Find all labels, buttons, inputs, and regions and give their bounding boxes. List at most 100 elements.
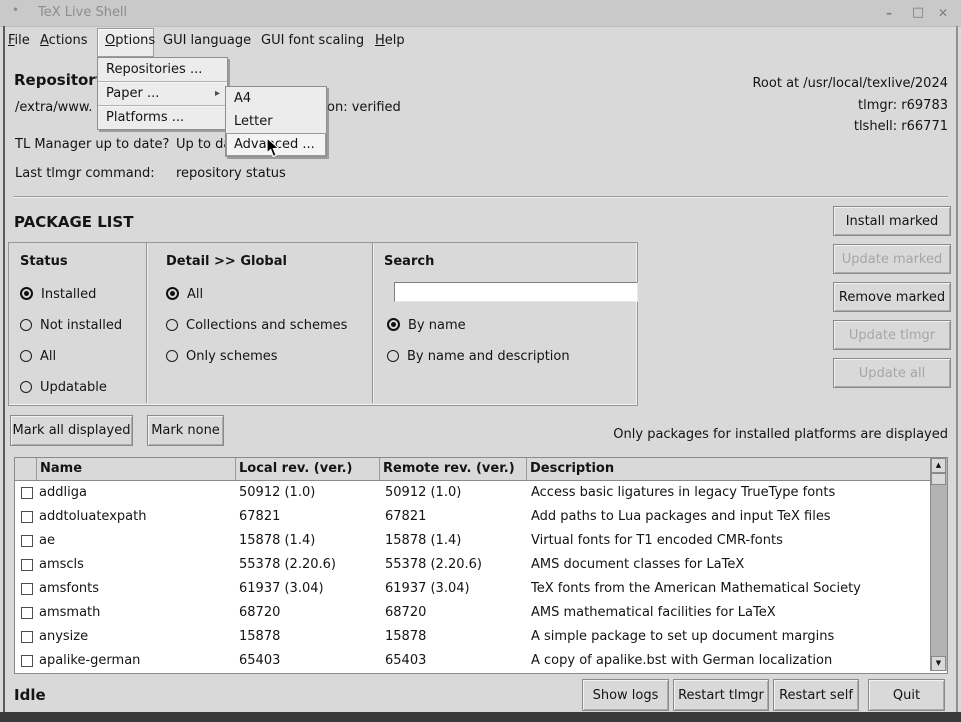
col-header-name[interactable]: Name: [36, 458, 235, 480]
radio-label: Collections and schemes: [186, 318, 347, 333]
mark-none-button[interactable]: Mark none: [147, 415, 224, 446]
menu-gui-font-scaling[interactable]: GUI font scaling: [261, 26, 364, 56]
table-row[interactable]: amsfonts 61937 (3.04) 61937 (3.04) TeX f…: [15, 577, 931, 601]
menu-help[interactable]: Help: [375, 26, 405, 56]
table-row[interactable]: amsmath 68720 68720 AMS mathematical fac…: [15, 601, 931, 625]
row-checkbox[interactable]: [21, 631, 33, 643]
radio-label: Only schemes: [186, 349, 278, 364]
cell-description: A copy of apalike.bst with German locali…: [531, 649, 929, 673]
radio-label: Not installed: [40, 318, 122, 333]
radio-detail-only-schemes[interactable]: Only schemes: [166, 349, 278, 364]
menu-item-platforms[interactable]: Platforms ...: [98, 106, 227, 129]
cell-description: AMS mathematical facilities for LaTeX: [531, 601, 929, 625]
cell-name: amsfonts: [39, 577, 233, 601]
cell-remote-rev: 15878 (1.4): [385, 529, 524, 553]
mark-all-displayed-button[interactable]: Mark all displayed: [10, 415, 133, 446]
install-marked-button[interactable]: Install marked: [833, 206, 951, 236]
row-checkbox[interactable]: [21, 559, 33, 571]
table-row[interactable]: addliga 50912 (1.0) 50912 (1.0) Access b…: [15, 481, 931, 505]
repository-verification: on: verified: [327, 100, 401, 115]
scroll-down-icon: ▼: [936, 659, 941, 667]
show-logs-button[interactable]: Show logs: [582, 679, 669, 711]
radio-label: By name and description: [407, 349, 570, 364]
menu-gui-language[interactable]: GUI language: [163, 26, 251, 56]
scrollbar-up-button[interactable]: ▲: [931, 458, 946, 473]
close-icon: ✕: [938, 6, 948, 20]
submenu-arrow-icon: ▸: [215, 82, 220, 105]
update-marked-button[interactable]: Update marked: [833, 244, 951, 274]
radio-status-updatable[interactable]: Updatable: [20, 380, 107, 395]
col-header-remote[interactable]: Remote rev. (ver.): [379, 458, 526, 480]
panel-divider-2: [372, 243, 374, 403]
col-header-description[interactable]: Description: [526, 458, 930, 480]
restart-self-button[interactable]: Restart self: [773, 679, 859, 711]
table-row[interactable]: apalike-german 65403 65403 A copy of apa…: [15, 649, 931, 673]
cell-remote-rev: 67821: [385, 505, 524, 529]
radio-detail-all[interactable]: All: [166, 287, 203, 302]
col-header-local[interactable]: Local rev. (ver.): [235, 458, 379, 480]
update-all-button[interactable]: Update all: [833, 358, 951, 388]
search-group-title: Search: [384, 254, 434, 269]
repository-root: Root at /usr/local/texlive/2024: [752, 76, 948, 91]
table-scrollbar[interactable]: ▲ ▼: [930, 458, 947, 671]
detail-group-title: Detail >> Global: [166, 254, 287, 269]
menu-actions[interactable]: Actions: [40, 26, 88, 56]
update-tlmgr-button[interactable]: Update tlmgr: [833, 320, 951, 350]
filter-panel: Status Installed Not installed All Updat…: [8, 242, 638, 406]
radio-status-not-installed[interactable]: Not installed: [20, 318, 122, 333]
window-title: TeX Live Shell: [38, 5, 127, 20]
quit-button[interactable]: Quit: [868, 679, 945, 711]
maximize-button[interactable]: □: [908, 4, 928, 22]
menu-item-label: Paper ...: [106, 86, 159, 101]
row-checkbox[interactable]: [21, 607, 33, 619]
submenu-item-letter[interactable]: Letter: [226, 110, 326, 133]
cell-remote-rev: 50912 (1.0): [385, 481, 524, 505]
row-checkbox[interactable]: [21, 655, 33, 667]
cell-description: TeX fonts from the American Mathematical…: [531, 577, 929, 601]
row-checkbox[interactable]: [21, 487, 33, 499]
repository-heading: Repository: [14, 71, 106, 89]
row-checkbox[interactable]: [21, 535, 33, 547]
cell-local-rev: 55378 (2.20.6): [239, 553, 377, 577]
texlive-shell-window: • TeX Live Shell – □ ✕ File Actions Opti…: [0, 0, 961, 722]
menu-item-repositories[interactable]: Repositories ...: [98, 58, 227, 82]
restart-tlmgr-button[interactable]: Restart tlmgr: [673, 679, 769, 711]
cell-local-rev: 68720: [239, 601, 377, 625]
window-frame-left: [3, 26, 5, 712]
row-checkbox[interactable]: [21, 511, 33, 523]
scroll-up-icon: ▲: [936, 461, 941, 469]
row-checkbox[interactable]: [21, 583, 33, 595]
radio-detail-collections[interactable]: Collections and schemes: [166, 318, 347, 333]
table-row[interactable]: amscls 55378 (2.20.6) 55378 (2.20.6) AMS…: [15, 553, 931, 577]
radio-label: Updatable: [40, 380, 107, 395]
menubar: File Actions Options GUI language GUI fo…: [0, 26, 961, 56]
cell-remote-rev: 61937 (3.04): [385, 577, 524, 601]
close-button[interactable]: ✕: [933, 4, 953, 22]
table-row[interactable]: addtoluatexpath 67821 67821 Add paths to…: [15, 505, 931, 529]
radio-search-by-name-desc[interactable]: By name and description: [387, 349, 570, 364]
cell-local-rev: 65403: [239, 649, 377, 673]
titlebar[interactable]: • TeX Live Shell – □ ✕: [0, 0, 961, 27]
platforms-note: Only packages for installed platforms ar…: [613, 427, 948, 442]
search-input[interactable]: [394, 282, 638, 302]
radio-icon: [166, 350, 178, 362]
cell-description: Add paths to Lua packages and input TeX …: [531, 505, 929, 529]
table-row[interactable]: anysize 15878 15878 A simple package to …: [15, 625, 931, 649]
radio-label: By name: [408, 318, 466, 333]
submenu-item-a4[interactable]: A4: [226, 87, 326, 110]
scrollbar-down-button[interactable]: ▼: [931, 656, 946, 671]
radio-search-by-name[interactable]: By name: [387, 318, 466, 333]
table-row[interactable]: ae 15878 (1.4) 15878 (1.4) Virtual fonts…: [15, 529, 931, 553]
repository-url: /extra/www.: [15, 100, 92, 115]
menu-options[interactable]: Options: [105, 26, 155, 56]
mouse-cursor: [266, 137, 280, 158]
remove-marked-button[interactable]: Remove marked: [833, 282, 951, 312]
minimize-button[interactable]: –: [879, 4, 899, 22]
menu-item-paper[interactable]: Paper ... ▸: [98, 82, 227, 106]
menu-file[interactable]: File: [8, 26, 30, 56]
tl-manager-label: TL Manager up to date?: [15, 137, 169, 152]
radio-status-all[interactable]: All: [20, 349, 56, 364]
radio-status-installed[interactable]: Installed: [20, 287, 96, 302]
radio-icon: [20, 381, 32, 393]
scrollbar-thumb[interactable]: [931, 473, 946, 485]
